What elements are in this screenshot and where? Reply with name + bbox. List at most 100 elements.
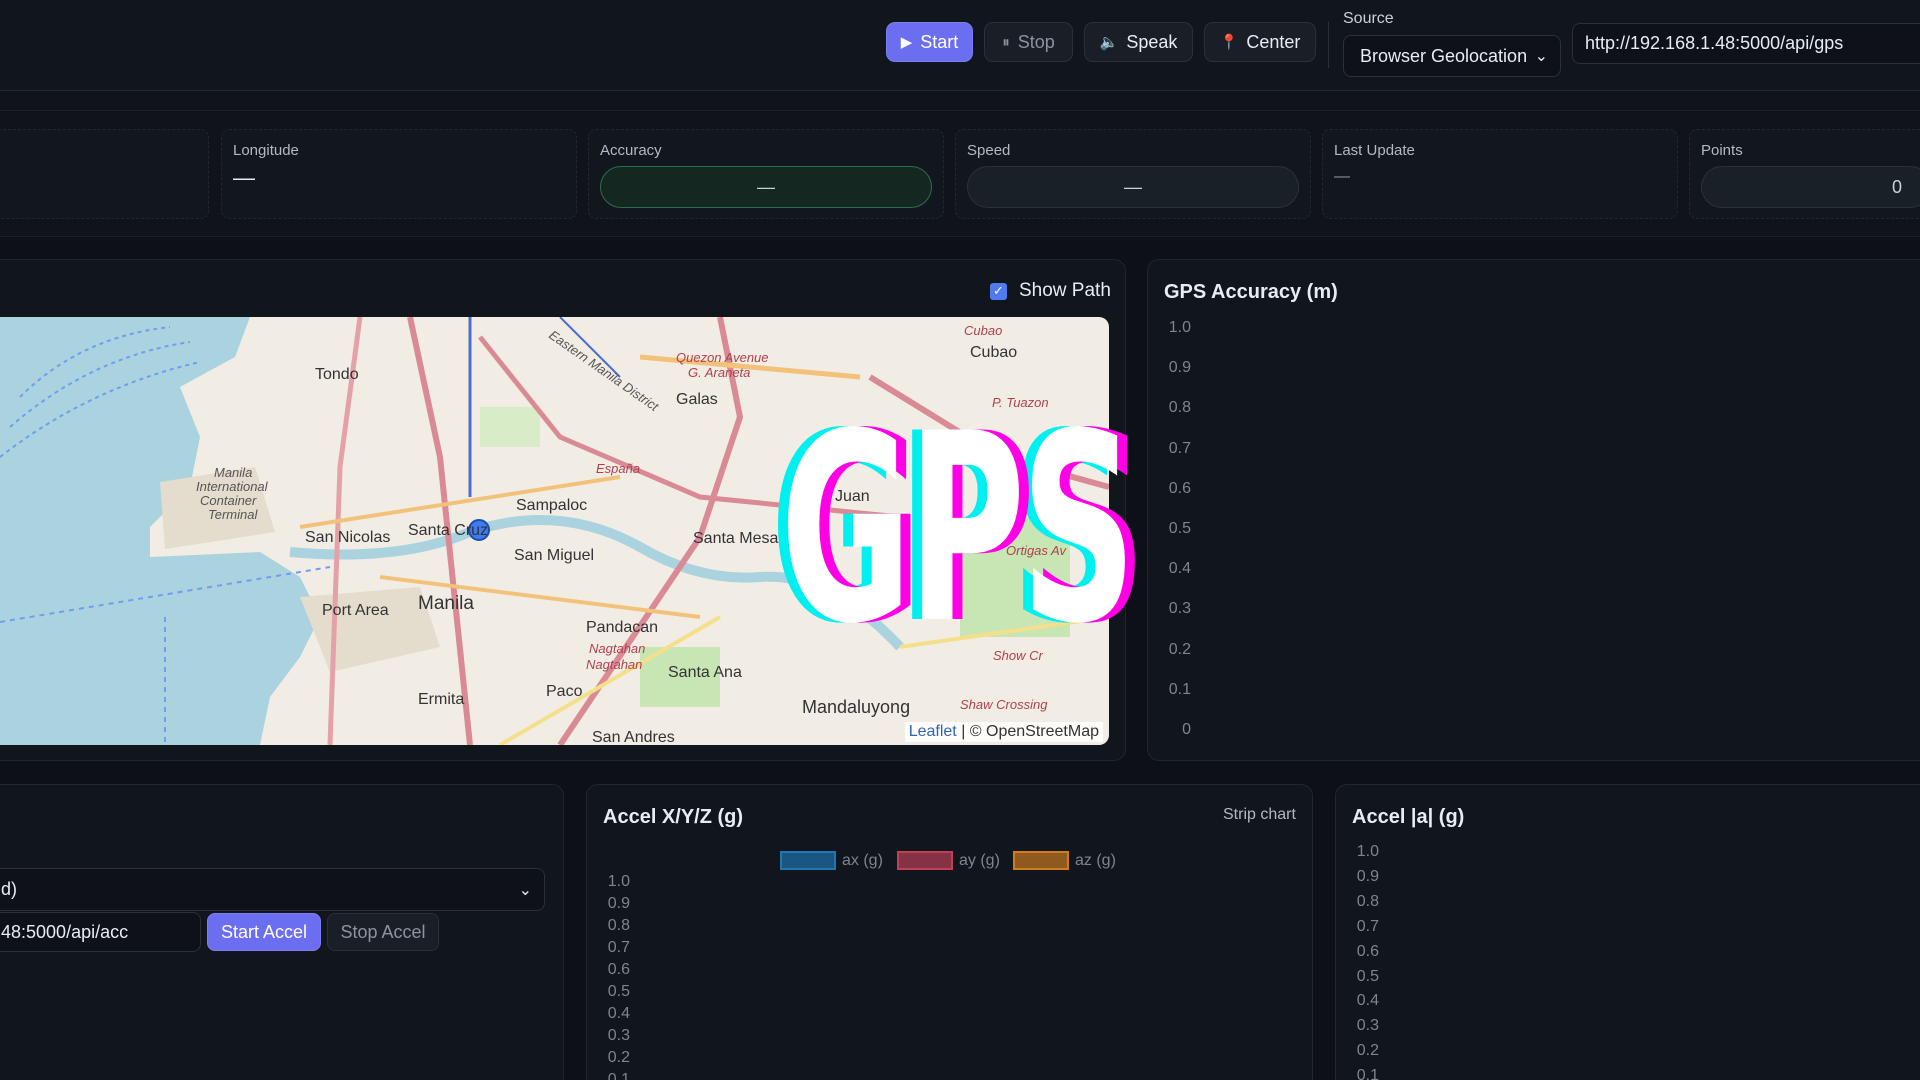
accel-xyz-y-tick: 0.4	[607, 1005, 630, 1022]
accel-endpoint-input[interactable]	[0, 912, 201, 952]
gps-accuracy-y-tick: 0.1	[1168, 680, 1191, 698]
stop-accel-label: Stop Accel	[340, 921, 426, 942]
speak-button-label: Speak	[1126, 31, 1178, 52]
stop-accel-button[interactable]: Stop Accel	[327, 913, 439, 951]
source-select[interactable]: Browser Geolocation ⌄	[1343, 35, 1561, 77]
pause-icon: ⏸	[1002, 33, 1010, 51]
gps-accuracy-y-tick: 0.9	[1168, 359, 1191, 377]
map-attribution: Leaflet | © OpenStreetMap	[904, 722, 1103, 742]
play-icon: ▶	[900, 34, 913, 51]
map-pin-icon: 📍	[1219, 34, 1239, 51]
gps-accuracy-y-tick: 0.2	[1168, 640, 1191, 658]
gps-accuracy-y-tick: 1.0	[1168, 319, 1191, 336]
accel-magnitude-y-tick: 1.0	[1356, 843, 1379, 860]
center-button[interactable]: 📍 Center	[1204, 22, 1316, 62]
start-accel-button[interactable]: Start Accel	[207, 913, 321, 951]
top-toolbar: ▶ Start ⏸ Stop 🔈 Speak 📍 Center Source B…	[0, 0, 1920, 91]
svg-text:San Andres: San Andres	[592, 729, 675, 745]
gps-accuracy-y-tick: 0.7	[1168, 439, 1191, 457]
accel-magnitude-y-tick: 0.1	[1356, 1067, 1379, 1080]
stop-button[interactable]: ⏸ Stop	[984, 22, 1073, 62]
legend-item-ay[interactable]: ay (g)	[897, 851, 1000, 870]
accel-magnitude-y-tick: 0.4	[1356, 992, 1379, 1010]
accel-magnitude-y-tick: 0.6	[1356, 942, 1379, 960]
stop-button-label: Stop	[1017, 31, 1055, 52]
svg-text:Container: Container	[200, 493, 257, 508]
accel-xyz-y-tick: 0.6	[607, 961, 630, 978]
gps-accuracy-y-tick: 0.6	[1168, 479, 1191, 497]
svg-text:Pandacan: Pandacan	[586, 619, 658, 636]
stat-longitude-value: —	[233, 165, 255, 190]
svg-text:Nagtahan: Nagtahan	[589, 641, 645, 656]
svg-text:San Nicolas: San Nicolas	[305, 529, 390, 546]
svg-text:Paco: Paco	[546, 683, 583, 700]
osm-attribution-text: | © OpenStreetMap	[961, 723, 1099, 740]
stat-speed-card: Speed —	[955, 129, 1311, 219]
svg-text:Tondo: Tondo	[315, 366, 359, 383]
accel-xyz-y-tick: 0.3	[607, 1027, 630, 1044]
gps-accuracy-y-tick: 0.4	[1168, 560, 1191, 578]
svg-text:G. Araneta: G. Araneta	[688, 365, 750, 380]
svg-text:Eastern Manila District: Eastern Manila District	[546, 327, 662, 415]
chevron-down-icon: ⌄	[1534, 48, 1548, 65]
svg-text:Ermita: Ermita	[418, 691, 464, 708]
accel-magnitude-y-tick: 0.9	[1356, 867, 1379, 885]
accel-magnitude-title: Accel |a| (g)	[1352, 806, 1465, 828]
svg-text:Santa Mesa: Santa Mesa	[693, 530, 778, 547]
svg-text:Santa Ana: Santa Ana	[668, 664, 742, 681]
stat-latitude-card	[0, 129, 209, 219]
stat-last-update-card: Last Update —	[1322, 129, 1678, 219]
legend-swatch	[780, 851, 836, 870]
legend-item-az[interactable]: az (g)	[1013, 851, 1116, 870]
gps-logo-overlay: GPS GPS GPS	[770, 383, 1147, 678]
svg-text:Mandaluyong: Mandaluyong	[802, 697, 910, 717]
accel-xyz-y-tick: 0.2	[607, 1049, 630, 1066]
svg-text:International: International	[196, 479, 269, 494]
svg-text:Nagtahan: Nagtahan	[586, 657, 642, 672]
svg-text:San Miguel: San Miguel	[514, 547, 594, 564]
stat-speed-label: Speed	[967, 142, 1011, 159]
accel-xyz-title: Accel X/Y/Z (g)	[603, 806, 744, 828]
svg-text:Manila: Manila	[214, 465, 252, 480]
start-button[interactable]: ▶ Start	[886, 22, 973, 62]
legend-swatch	[1013, 851, 1069, 870]
legend-label: ay (g)	[959, 851, 1000, 869]
checkbox-checked-icon[interactable]: ✓	[990, 282, 1007, 300]
leaflet-link[interactable]: Leaflet	[909, 723, 957, 740]
stat-points-label: Points	[1701, 142, 1743, 159]
start-button-label: Start	[920, 31, 959, 52]
accel-magnitude-y-tick: 0.3	[1356, 1017, 1379, 1035]
header-subbar	[0, 91, 1920, 111]
accel-xyz-y-tick: 0.1	[607, 1071, 630, 1080]
stats-strip: Longitude — Accuracy — Speed — Last Upda…	[0, 112, 1920, 237]
legend-label: ax (g)	[842, 851, 883, 869]
legend-item-ax[interactable]: ax (g)	[780, 851, 883, 870]
show-path-toggle[interactable]: ✓ Show Path	[990, 280, 1111, 302]
center-button-label: Center	[1246, 31, 1301, 52]
gps-accuracy-y-tick: 0.3	[1168, 600, 1191, 618]
stat-accuracy-label: Accuracy	[600, 142, 662, 159]
stat-speed-value: —	[967, 166, 1299, 208]
speak-button[interactable]: 🔈 Speak	[1084, 22, 1193, 62]
source-selected-value: Browser Geolocation	[1360, 45, 1528, 66]
accel-source-select[interactable]: d) ⌄	[0, 868, 545, 911]
strip-chart-note: Strip chart	[1223, 806, 1296, 823]
gps-endpoint-input[interactable]	[1572, 23, 1920, 64]
accel-magnitude-y-tick: 0.8	[1356, 892, 1379, 910]
accel-xyz-y-tick: 0.5	[607, 983, 630, 1000]
legend-swatch	[897, 851, 953, 870]
svg-text:Shaw Crossing: Shaw Crossing	[960, 697, 1048, 712]
start-accel-label: Start Accel	[220, 921, 308, 942]
chevron-down-icon: ⌄	[518, 882, 532, 899]
accel-xyz-y-tick: 1.0	[607, 873, 630, 890]
stat-last-update-label: Last Update	[1334, 142, 1415, 159]
svg-text:Cubao: Cubao	[970, 344, 1017, 361]
accel-magnitude-y-tick: 0.7	[1356, 917, 1379, 935]
svg-text:Sampaloc: Sampaloc	[516, 497, 587, 514]
stat-longitude-label: Longitude	[233, 142, 299, 159]
gps-accuracy-panel	[1147, 259, 1920, 761]
gps-accuracy-y-tick: 0.5	[1168, 520, 1191, 537]
stat-longitude-card: Longitude —	[221, 129, 577, 219]
accel-magnitude-y-tick: 0.2	[1356, 1042, 1379, 1060]
accel-magnitude-y-tick: 0.5	[1356, 967, 1379, 985]
